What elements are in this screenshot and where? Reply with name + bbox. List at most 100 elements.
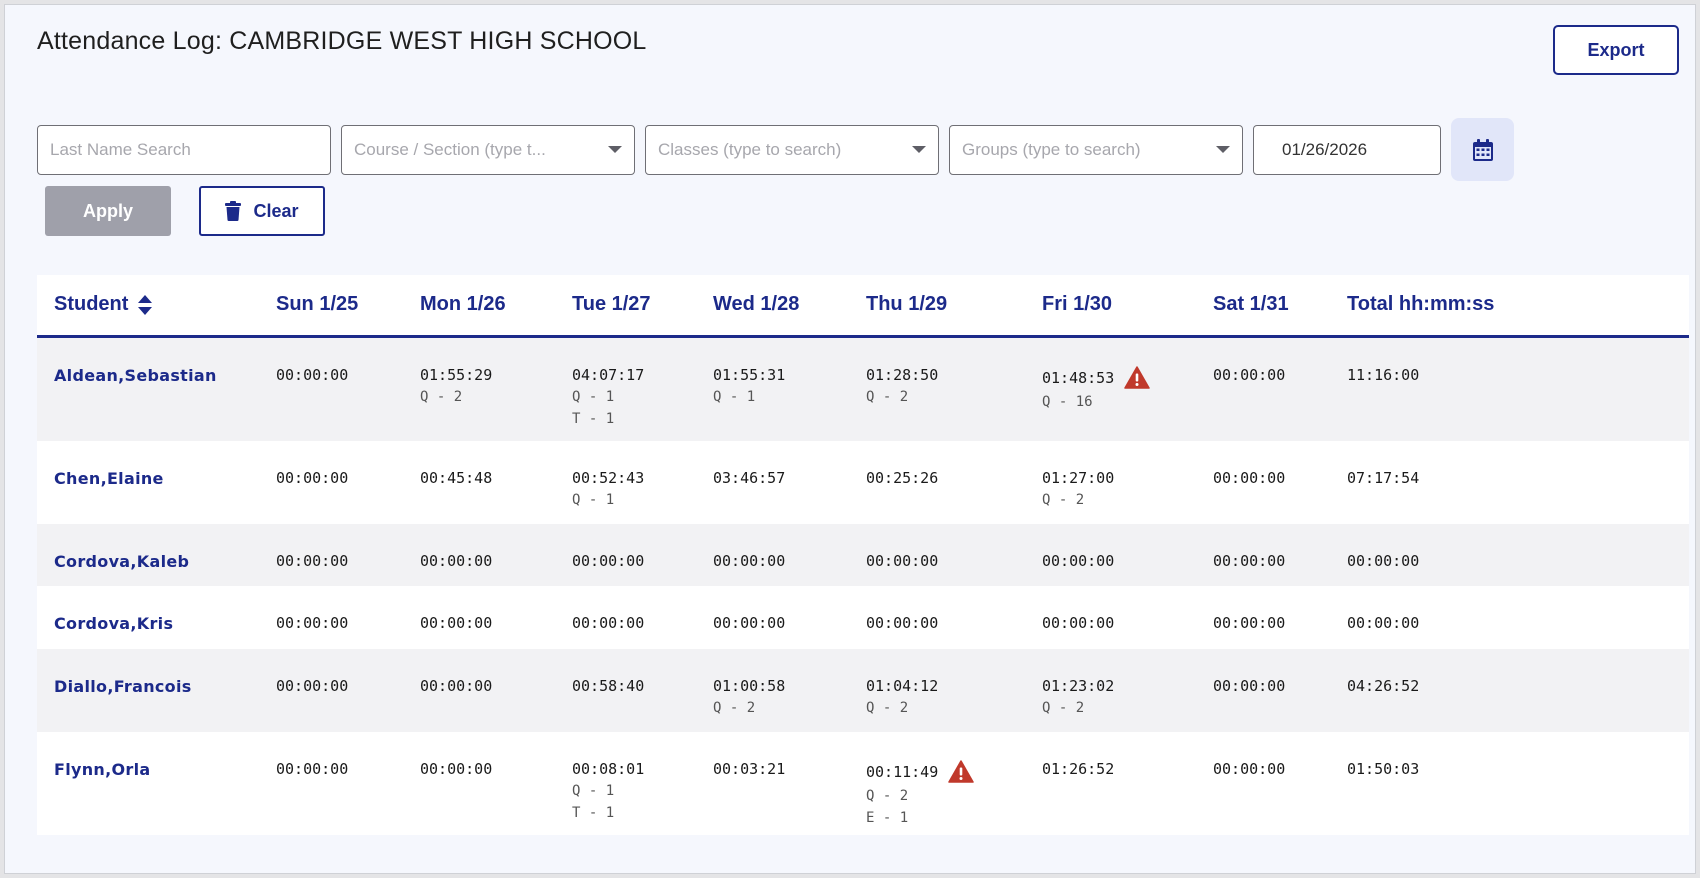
export-button[interactable]: Export [1553, 25, 1679, 75]
classes-placeholder: Classes (type to search) [658, 139, 842, 159]
page-title: Attendance Log: CAMBRIDGE WEST HIGH SCHO… [37, 27, 647, 55]
time-line: 00:00:00 [1213, 552, 1285, 570]
calendar-button[interactable] [1451, 118, 1514, 181]
student-name-link[interactable]: Chen,Elaine [54, 469, 164, 488]
classes-select[interactable]: Classes (type to search) [645, 124, 939, 175]
total-cell: 00:00:00 [1347, 552, 1420, 570]
day-cell-sat: 00:00:00 [1213, 469, 1285, 487]
activity-note: Q - 2 [1042, 492, 1085, 508]
time-value: 00:00:00 [572, 614, 645, 632]
day-cell-tue: 00:00:00 [572, 552, 644, 570]
date-value: 01/26/2026 [1282, 139, 1368, 159]
day-cell-wed: 00:00:00 [713, 614, 785, 632]
activity-note: Q - 1 [713, 389, 756, 405]
time-line: 00:00:00 [276, 677, 348, 695]
day-cell-wed: 00:00:00 [713, 552, 785, 570]
time-value: 00:00:00 [866, 552, 939, 570]
day-cell-wed: 00:03:21 [713, 760, 785, 778]
student-name-link[interactable]: Diallo,Francois [54, 677, 192, 696]
table-row: Diallo,Francois 00:00:00 00:00:00 00:58:40 0… [37, 649, 1689, 732]
time-line: 00:00:00 [276, 366, 348, 384]
time-value: 01:23:02 [1042, 677, 1115, 695]
time-line: 00:00:00 [1213, 469, 1285, 487]
column-header-wed: Wed 1/28 [713, 293, 800, 315]
day-cell-fri: 01:26:52 [1042, 760, 1114, 778]
table-row: Cordova,Kris 00:00:00 00:00:00 00:00:00 00:0… [37, 586, 1689, 649]
time-value: 00:52:43 [572, 469, 645, 487]
time-value: 00:00:00 [866, 614, 939, 632]
table-row: Chen,Elaine 00:00:00 00:45:48 00:52:43 Q - 1… [37, 441, 1689, 524]
activity-note: Q - 2 [866, 788, 909, 804]
activity-note: T - 1 [572, 805, 615, 821]
student-name-link[interactable]: Aldean,Sebastian [54, 366, 217, 385]
time-value: 00:00:00 [276, 552, 349, 570]
time-line: 01:04:12 [866, 677, 938, 695]
activity-note: Q - 1 [572, 492, 615, 508]
time-line: 00:00:00 [276, 614, 348, 632]
time-value: 00:00:00 [420, 614, 493, 632]
time-line: 00:00:00 [276, 469, 348, 487]
last-name-search-input[interactable]: Last Name Search [37, 124, 331, 175]
total-cell: 01:50:03 [1347, 760, 1420, 778]
time-line: 00:00:00 [1042, 552, 1114, 570]
clear-button[interactable]: Clear [199, 186, 325, 236]
column-header-fri: Fri 1/30 [1042, 293, 1113, 315]
apply-button[interactable]: Apply [45, 186, 171, 236]
day-cell-fri: 00:00:00 [1042, 552, 1114, 570]
activity-note: Q - 2 [866, 389, 909, 405]
day-cell-thu: 00:11:49 Q - 2 E - 1 [866, 760, 974, 827]
time-line: 01:23:02 [1042, 677, 1114, 695]
time-value: 00:00:00 [1213, 552, 1286, 570]
time-line: 00:00:00 [1213, 677, 1285, 695]
chevron-down-icon [608, 146, 622, 153]
time-line: 00:00:00 [1213, 366, 1285, 384]
day-cell-sun: 00:00:00 [276, 366, 348, 384]
student-name-link[interactable]: Flynn,Orla [54, 760, 150, 779]
day-cell-mon: 00:00:00 [420, 760, 492, 778]
time-line: 00:00:00 [1213, 760, 1285, 778]
date-input[interactable]: 01/26/2026 [1253, 124, 1441, 175]
day-cell-tue: 00:00:00 [572, 614, 644, 632]
day-cell-tue: 00:08:01 Q - 1 T - 1 [572, 760, 644, 822]
total-cell: 04:26:52 [1347, 677, 1420, 695]
attendance-table: Student Sun 1/25 Mon 1/26 Tue 1/27 Wed 1… [37, 275, 1689, 835]
time-line: 00:52:43 [572, 469, 644, 487]
time-line: 01:48:53 [1042, 366, 1150, 389]
day-cell-thu: 01:28:50 Q - 2 [866, 366, 938, 406]
time-value: 00:00:00 [572, 552, 645, 570]
day-cell-sun: 00:00:00 [276, 760, 348, 778]
time-value: 03:46:57 [713, 469, 786, 487]
time-line: 00:45:48 [420, 469, 492, 487]
chevron-down-icon [1216, 146, 1230, 153]
time-line: 01:28:50 [866, 366, 938, 384]
day-cell-wed: 01:55:31 Q - 1 [713, 366, 785, 406]
day-cell-sat: 00:00:00 [1213, 677, 1285, 695]
column-header-total: Total hh:mm:ss [1347, 293, 1495, 315]
time-value: 01:00:58 [713, 677, 786, 695]
time-value: 00:00:00 [1213, 614, 1286, 632]
student-name-link[interactable]: Cordova,Kris [54, 614, 173, 633]
time-line: 00:00:00 [572, 552, 644, 570]
time-value: 00:08:01 [572, 760, 645, 778]
student-name-link[interactable]: Cordova,Kaleb [54, 552, 189, 571]
time-value: 00:00:00 [276, 614, 349, 632]
last-name-search-placeholder: Last Name Search [50, 139, 191, 159]
course-section-placeholder: Course / Section (type t... [354, 139, 546, 159]
column-header-sun: Sun 1/25 [276, 293, 359, 315]
total-cell: 00:00:00 [1347, 614, 1420, 632]
time-value: 00:00:00 [276, 677, 349, 695]
time-value: 00:03:21 [713, 760, 786, 778]
day-cell-sat: 00:00:00 [1213, 366, 1285, 384]
column-header-student[interactable]: Student [54, 293, 153, 316]
day-cell-sat: 00:00:00 [1213, 614, 1285, 632]
time-line: 00:00:00 [1213, 614, 1285, 632]
activity-note: Q - 16 [1042, 394, 1093, 410]
activity-note: Q - 2 [1042, 700, 1085, 716]
time-value: 00:00:00 [713, 614, 786, 632]
time-line: 00:00:00 [713, 552, 785, 570]
activity-note: Q - 1 [572, 389, 615, 405]
time-value: 00:00:00 [1213, 366, 1286, 384]
course-section-select[interactable]: Course / Section (type t... [341, 124, 635, 175]
groups-select[interactable]: Groups (type to search) [949, 124, 1243, 175]
time-line: 00:00:00 [866, 614, 938, 632]
